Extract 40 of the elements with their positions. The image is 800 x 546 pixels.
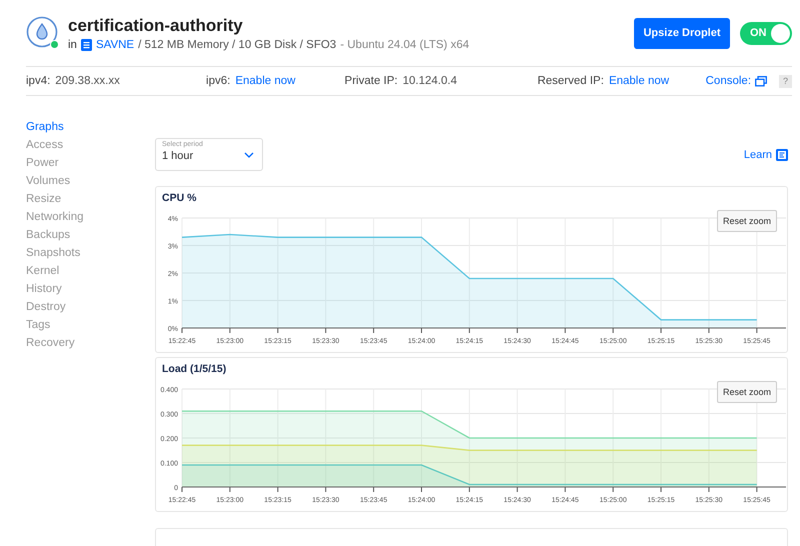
droplet-icon bbox=[26, 16, 60, 50]
power-toggle[interactable]: ON bbox=[740, 22, 792, 44]
info-value: 10.124.0.4 bbox=[402, 75, 457, 87]
sidebar-item[interactable]: Networking bbox=[26, 208, 84, 226]
document-icon bbox=[776, 148, 788, 160]
project-link[interactable]: SAVNE bbox=[96, 38, 134, 50]
enable-link[interactable]: Enable now bbox=[235, 75, 296, 87]
sidebar-item[interactable]: Tags bbox=[26, 316, 50, 334]
sidebar-item[interactable]: Access bbox=[26, 136, 64, 154]
in-label: in bbox=[68, 38, 77, 50]
sidebar-item[interactable]: Graphs bbox=[26, 118, 64, 136]
learn-link[interactable]: Learn bbox=[744, 148, 772, 160]
info-label: ipv6: bbox=[206, 75, 230, 87]
info-label: Reserved IP: bbox=[537, 75, 604, 87]
sidebar-item[interactable]: Power bbox=[26, 154, 59, 172]
sidebar-item[interactable]: Volumes bbox=[26, 172, 70, 190]
sidebar-item[interactable]: Resize bbox=[26, 190, 62, 208]
sidebar-item[interactable]: History bbox=[26, 280, 62, 298]
os-label: - Ubuntu 24.04 (LTS) x64 bbox=[340, 38, 470, 50]
windows-icon[interactable] bbox=[755, 76, 768, 86]
info-value: 209.38.xx.xx bbox=[55, 75, 120, 87]
enable-link[interactable]: Enable now bbox=[608, 75, 670, 87]
reset-zoom-button[interactable]: Reset zoom bbox=[716, 210, 777, 232]
chart-title: CPU % bbox=[161, 192, 198, 206]
sidebar-item[interactable]: Backups bbox=[26, 226, 70, 244]
info-label: Private IP: bbox=[344, 75, 398, 87]
reset-zoom-button[interactable]: Reset zoom bbox=[716, 381, 777, 403]
help-button[interactable]: ? bbox=[779, 74, 792, 88]
droplet-specs: / 512 MB Memory / 10 GB Disk / SFO3 bbox=[138, 38, 336, 50]
sidebar-item[interactable]: Snapshots bbox=[26, 244, 80, 262]
console-link[interactable]: Console: bbox=[706, 75, 752, 87]
info-label: ipv4: bbox=[26, 75, 50, 87]
chevron-icon bbox=[244, 152, 254, 158]
sidebar-item[interactable]: Recovery bbox=[26, 334, 75, 352]
project-icon bbox=[80, 38, 92, 50]
chart-title: Load (1/5/15) bbox=[161, 363, 228, 377]
droplet-title: certification-authority bbox=[68, 16, 244, 36]
sidebar-item[interactable]: Kernel bbox=[26, 262, 60, 280]
sidebar-item[interactable]: Destroy bbox=[26, 298, 66, 316]
upsize-button[interactable]: Upsize Droplet bbox=[634, 18, 730, 48]
